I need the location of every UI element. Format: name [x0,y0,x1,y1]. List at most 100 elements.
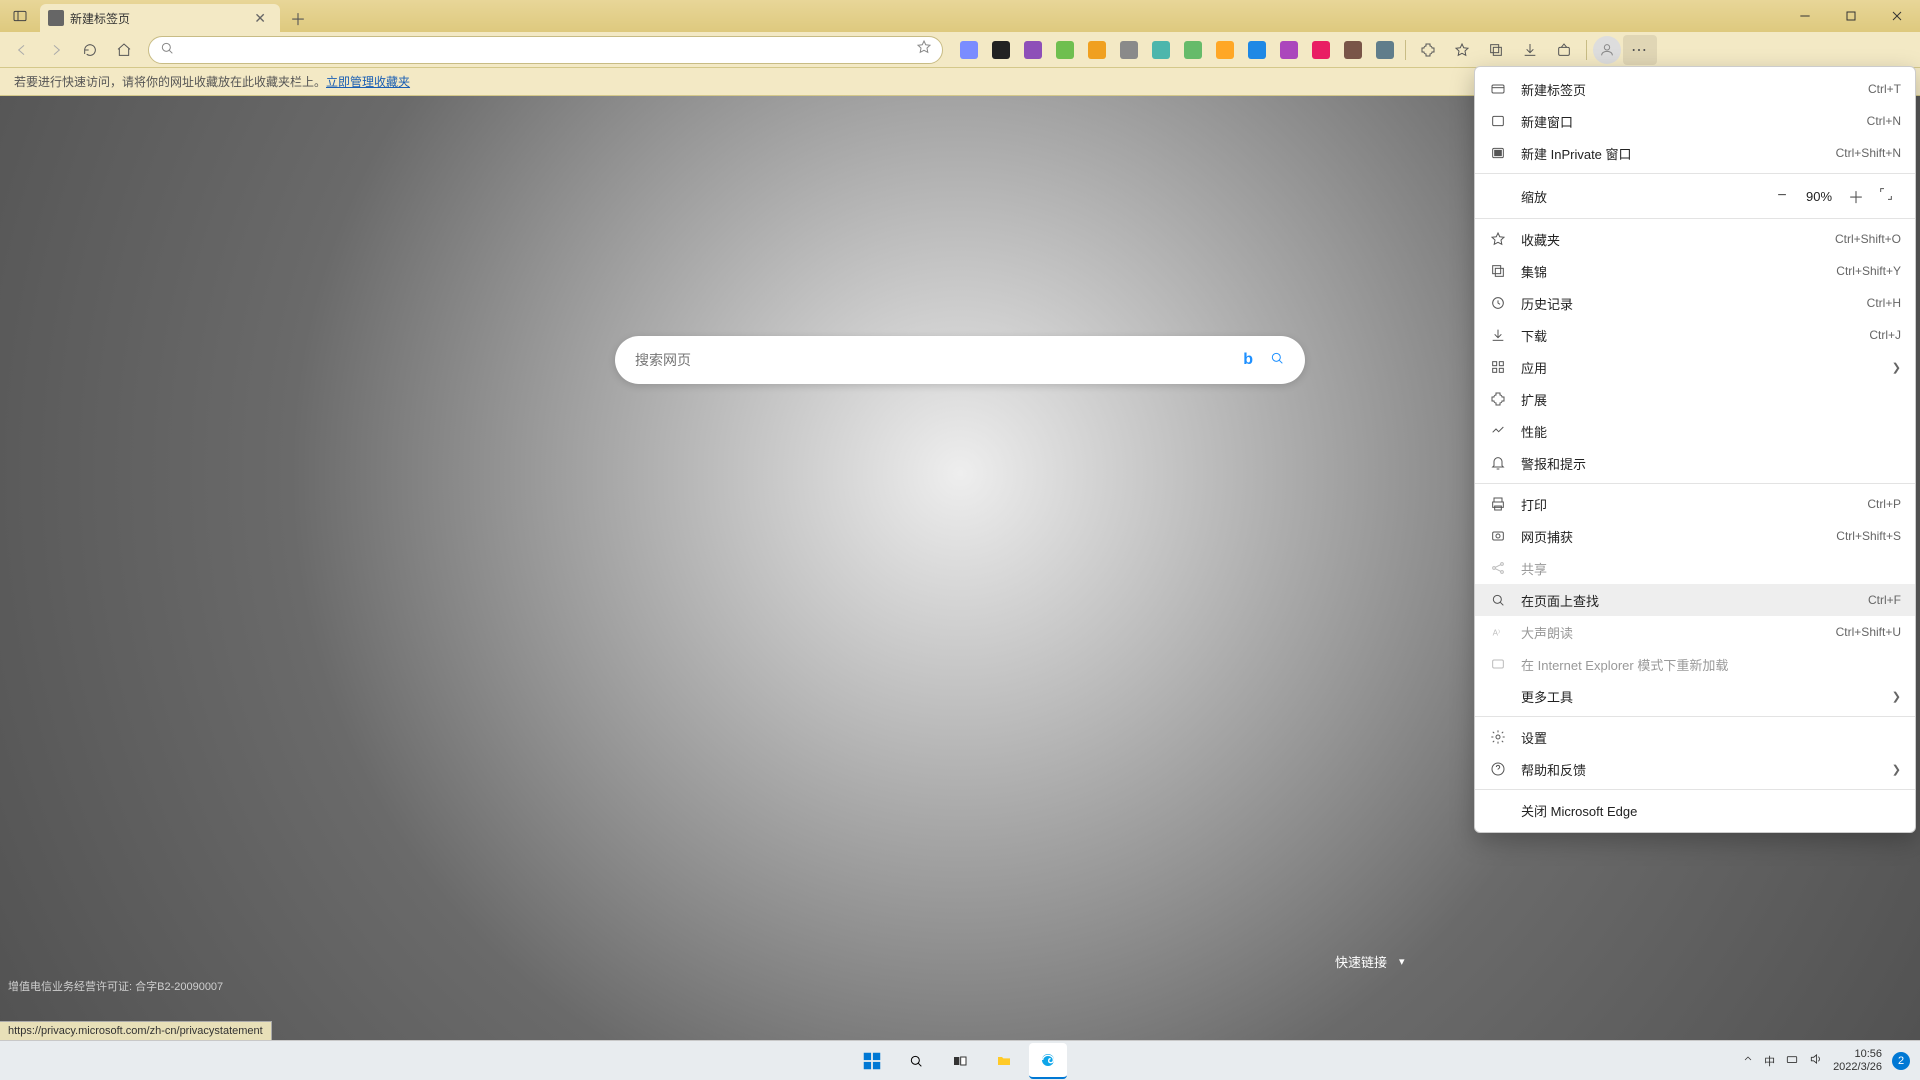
menu-separator [1475,483,1915,484]
extension-icon[interactable] [1115,36,1143,64]
volume-icon[interactable] [1809,1052,1823,1069]
toolbar: ⋯ [0,32,1920,68]
app-menu-button[interactable]: ⋯ [1623,35,1657,65]
collections-button[interactable] [1480,35,1512,65]
tab-actions-button[interactable] [0,0,40,32]
extension-icon[interactable] [1083,36,1111,64]
ime-indicator[interactable]: 中 [1764,1053,1775,1069]
menu-more-tools[interactable]: 更多工具 ❯ [1475,680,1915,712]
home-button[interactable] [108,35,140,65]
help-icon [1489,761,1507,777]
share-icon [1489,560,1507,576]
menu-downloads[interactable]: 下载 Ctrl+J [1475,319,1915,351]
extension-icon[interactable] [1147,36,1175,64]
extensions-menu-button[interactable] [1412,35,1444,65]
menu-share: 共享 [1475,552,1915,584]
search-submit-button[interactable] [1269,350,1285,371]
web-search-input[interactable] [635,352,1243,368]
menu-separator [1475,218,1915,219]
add-favorite-button[interactable] [916,39,932,60]
clock[interactable]: 10:56 2022/3/26 [1833,1048,1882,1072]
license-text: 增值电信业务经营许可证: 合字B2-20090007 [8,978,223,994]
extension-icon[interactable] [1243,36,1271,64]
browser-tab[interactable]: 新建标签页 ✕ [40,4,280,32]
menu-favorites[interactable]: 收藏夹 Ctrl+Shift+O [1475,223,1915,255]
tray-expand-button[interactable] [1742,1053,1754,1068]
tab-icon [1489,81,1507,97]
download-icon [1489,327,1507,343]
file-explorer-button[interactable] [985,1043,1023,1079]
extension-icon[interactable] [1307,36,1335,64]
inprivate-icon [1489,145,1507,161]
edge-taskbar-button[interactable] [1029,1043,1067,1079]
read-aloud-icon: A⁾ [1489,624,1507,640]
menu-alerts[interactable]: 警报和提示 [1475,447,1915,479]
menu-find-on-page[interactable]: 在页面上查找 Ctrl+F [1475,584,1915,616]
taskbar-search[interactable] [897,1043,935,1079]
extension-icon[interactable] [1179,36,1207,64]
fullscreen-button[interactable] [1871,186,1901,207]
downloads-button[interactable] [1514,35,1546,65]
bell-icon [1489,455,1507,471]
bing-icon: b [1243,351,1253,369]
new-tab-button[interactable]: ＋ [284,4,312,32]
window-icon [1489,113,1507,129]
menu-web-capture[interactable]: 网页捕获 Ctrl+Shift+S [1475,520,1915,552]
window-controls [1782,0,1920,32]
url-input[interactable] [181,42,916,57]
menu-help[interactable]: 帮助和反馈 ❯ [1475,753,1915,785]
svg-text:A⁾: A⁾ [1493,628,1500,637]
menu-separator [1475,789,1915,790]
menu-history[interactable]: 历史记录 Ctrl+H [1475,287,1915,319]
tab-close-button[interactable]: ✕ [248,8,272,29]
network-icon[interactable] [1785,1052,1799,1069]
extension-icon[interactable] [1211,36,1239,64]
apps-icon [1489,359,1507,375]
extension-icon[interactable] [1051,36,1079,64]
performance-icon [1489,423,1507,439]
extension-icon[interactable] [1275,36,1303,64]
profile-button[interactable] [1593,36,1621,64]
menu-apps[interactable]: 应用 ❯ [1475,351,1915,383]
web-search-box[interactable]: b [615,336,1305,384]
quick-links-toggle[interactable]: 快速链接 ▾ [1335,952,1405,971]
extension-icon[interactable] [1371,36,1399,64]
menu-settings[interactable]: 设置 [1475,721,1915,753]
task-view-button[interactable] [941,1043,979,1079]
menu-close-edge[interactable]: 关闭 Microsoft Edge [1475,794,1915,826]
extension-icon[interactable] [1339,36,1367,64]
back-button[interactable] [6,35,38,65]
notification-badge[interactable]: 2 [1892,1052,1910,1070]
search-icon [159,40,175,59]
extension-icon[interactable] [1019,36,1047,64]
menu-new-inprivate[interactable]: 新建 InPrivate 窗口 Ctrl+Shift+N [1475,137,1915,169]
tab-favicon [48,10,64,26]
extension-icon[interactable] [955,36,983,64]
zoom-in-button[interactable]: ＋ [1841,184,1871,208]
print-icon [1489,496,1507,512]
forward-button[interactable] [40,35,72,65]
close-window-button[interactable] [1874,0,1920,32]
favorites-button[interactable] [1446,35,1478,65]
address-bar[interactable] [148,36,943,64]
manage-favorites-link[interactable]: 立即管理收藏夹 [326,73,410,90]
title-bar: 新建标签页 ✕ ＋ [0,0,1920,32]
menu-print[interactable]: 打印 Ctrl+P [1475,488,1915,520]
refresh-button[interactable] [74,35,106,65]
extension-icon[interactable] [987,36,1015,64]
zoom-out-button[interactable]: − [1767,187,1797,205]
menu-extensions[interactable]: 扩展 [1475,383,1915,415]
menu-read-aloud: A⁾ 大声朗读 Ctrl+Shift+U [1475,616,1915,648]
maximize-button[interactable] [1828,0,1874,32]
system-tray: 中 10:56 2022/3/26 2 [1742,1048,1920,1072]
menu-new-tab[interactable]: 新建标签页 Ctrl+T [1475,73,1915,105]
share-button[interactable] [1548,35,1580,65]
menu-performance[interactable]: 性能 [1475,415,1915,447]
separator [1405,40,1406,60]
ie-icon [1489,656,1507,672]
start-button[interactable] [853,1043,891,1079]
menu-collections[interactable]: 集锦 Ctrl+Shift+Y [1475,255,1915,287]
minimize-button[interactable] [1782,0,1828,32]
extension-icons [955,36,1399,64]
menu-new-window[interactable]: 新建窗口 Ctrl+N [1475,105,1915,137]
